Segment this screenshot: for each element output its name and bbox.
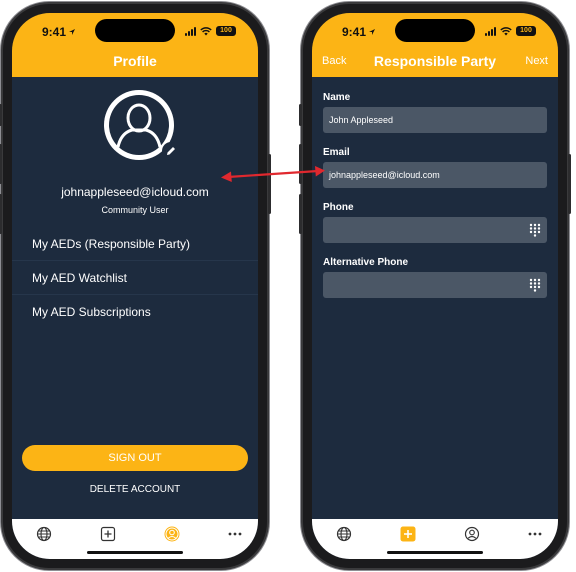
location-arrow-icon xyxy=(69,29,76,35)
screen: 9:41 100 Back Responsible Party Next Nam… xyxy=(312,13,558,559)
next-button[interactable]: Next xyxy=(525,55,548,67)
phone-label: Phone xyxy=(323,202,354,213)
delete-account-button[interactable]: DELETE ACCOUNT xyxy=(12,484,258,495)
status-bar: 9:41 100 xyxy=(312,23,558,43)
email-field[interactable]: johnappleseed@icloud.com xyxy=(323,162,547,188)
tab-bar xyxy=(312,519,558,559)
tab-add[interactable] xyxy=(99,525,117,543)
screen: 9:41 100 Profile johnappleseed@icloud.co… xyxy=(12,13,258,559)
home-indicator xyxy=(387,551,483,554)
navigation-bar: 9:41 100 Back Responsible Party Next xyxy=(312,13,558,77)
battery-icon: 100 xyxy=(516,26,536,36)
time-text: 9:41 xyxy=(342,25,367,39)
sign-out-button[interactable]: SIGN OUT xyxy=(22,445,248,471)
alternative-phone-label: Alternative Phone xyxy=(323,257,409,268)
profile-content: johnappleseed@icloud.com Community User … xyxy=(12,77,258,519)
tab-more[interactable] xyxy=(526,525,544,543)
time-text: 9:41 xyxy=(42,25,67,39)
globe-icon xyxy=(336,526,352,542)
phone-responsible-party: 9:41 100 Back Responsible Party Next Nam… xyxy=(299,4,571,568)
add-square-icon xyxy=(100,526,116,542)
side-button xyxy=(299,104,302,126)
profile-icon xyxy=(164,526,180,542)
menu-item-my-aeds[interactable]: My AEDs (Responsible Party) xyxy=(12,228,258,261)
tab-profile[interactable] xyxy=(163,525,181,543)
more-icon xyxy=(528,532,542,536)
tab-map[interactable] xyxy=(35,525,53,543)
alternative-phone-field[interactable] xyxy=(323,272,547,298)
tab-bar xyxy=(12,519,258,559)
user-role: Community User xyxy=(101,205,169,215)
status-icons: 100 xyxy=(485,26,536,36)
keypad-icon[interactable] xyxy=(529,278,541,292)
side-button xyxy=(568,154,571,214)
add-square-icon xyxy=(400,526,416,542)
name-label: Name xyxy=(323,92,351,103)
home-indicator xyxy=(87,551,183,554)
user-email: johnappleseed@icloud.com xyxy=(61,185,209,199)
profile-icon xyxy=(464,526,480,542)
keypad-icon[interactable] xyxy=(529,223,541,237)
menu-item-aed-watchlist[interactable]: My AED Watchlist xyxy=(12,262,258,295)
status-time: 9:41 xyxy=(42,25,76,39)
phone-field[interactable] xyxy=(323,217,547,243)
name-field[interactable]: John Appleseed xyxy=(323,107,547,133)
battery-icon: 100 xyxy=(216,26,236,36)
edit-pencil-icon[interactable] xyxy=(161,141,181,161)
tab-profile[interactable] xyxy=(463,525,481,543)
menu-item-aed-subscriptions[interactable]: My AED Subscriptions xyxy=(12,296,258,329)
navigation-bar: 9:41 100 Profile xyxy=(12,13,258,77)
location-arrow-icon xyxy=(369,29,376,35)
page-title: Profile xyxy=(113,53,157,69)
status-bar: 9:41 100 xyxy=(12,23,258,43)
phone-profile: 9:41 100 Profile johnappleseed@icloud.co… xyxy=(0,4,271,568)
side-button xyxy=(0,194,2,234)
side-button xyxy=(268,154,271,214)
tab-more[interactable] xyxy=(226,525,244,543)
wifi-icon xyxy=(200,26,212,35)
double-arrow-annotation xyxy=(221,166,325,182)
side-button xyxy=(0,104,2,126)
status-icons: 100 xyxy=(185,26,236,36)
avatar[interactable] xyxy=(101,87,180,163)
side-button xyxy=(0,144,2,184)
responsible-party-form: Name John Appleseed Email johnappleseed@… xyxy=(312,77,558,519)
wifi-icon xyxy=(500,26,512,35)
more-icon xyxy=(228,532,242,536)
side-button xyxy=(299,194,302,234)
email-label: Email xyxy=(323,147,350,158)
cellular-signal-icon xyxy=(185,26,196,36)
globe-icon xyxy=(36,526,52,542)
status-time: 9:41 xyxy=(342,25,376,39)
tab-add[interactable] xyxy=(399,525,417,543)
tab-map[interactable] xyxy=(335,525,353,543)
page-title: Responsible Party xyxy=(373,53,497,69)
cellular-signal-icon xyxy=(485,26,496,36)
